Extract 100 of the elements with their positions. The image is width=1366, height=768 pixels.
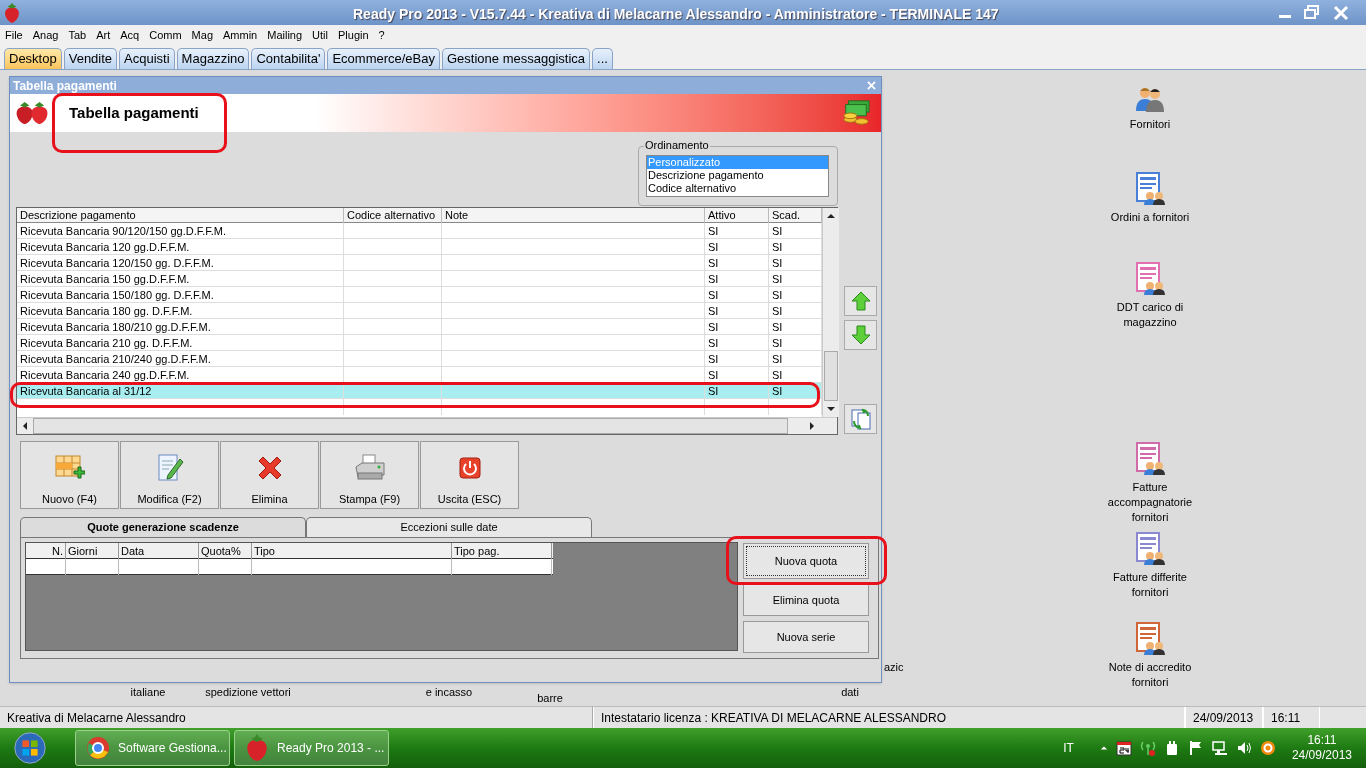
table-cell: Ricevuta Bancaria 120 gg.D.F.F.M.	[17, 239, 344, 255]
menu-item[interactable]: Comm	[149, 27, 182, 44]
table-cell: Ricevuta Bancaria 120/150 gg. D.F.F.M.	[17, 255, 344, 271]
table-cell: SI	[705, 223, 769, 239]
desktop-icon-label[interactable]: DDT carico di magazzino	[1102, 300, 1198, 330]
scroll-thumb[interactable]	[824, 351, 838, 401]
tab[interactable]: Contabilita'	[251, 48, 326, 69]
table-cell: SI	[705, 271, 769, 287]
tab[interactable]: Vendite	[63, 48, 118, 69]
desktop-icon-label[interactable]: dati	[820, 684, 880, 701]
table-cell: Ricevuta Bancaria 210 gg. D.F.F.M.	[17, 335, 344, 351]
tab[interactable]: Quote generazione scadenze	[20, 517, 306, 537]
desktop-icon-label[interactable]: e incasso	[414, 684, 484, 701]
table-cell: Ricevuta Bancaria 180/210 gg.D.F.F.M.	[17, 319, 344, 335]
chevron-up-icon[interactable]	[1099, 744, 1108, 752]
vertical-scrollbar[interactable]	[822, 208, 839, 417]
ordering-list[interactable]: Personalizzato Descrizione pagamento Codice alternativo	[646, 155, 829, 197]
desktop-icon-label[interactable]: Note di accredito fornitori	[1102, 660, 1198, 690]
menu-item[interactable]: Util	[312, 27, 328, 44]
network-icon[interactable]	[1139, 740, 1156, 756]
start-button[interactable]	[11, 729, 49, 767]
tab[interactable]: Magazzino	[176, 48, 250, 69]
toolbar-button[interactable]: Stampa (F9)	[320, 441, 419, 509]
desktop-icon-label[interactable]: Ordini a fornitori	[1102, 210, 1198, 225]
monitor-icon[interactable]	[1211, 740, 1228, 756]
volume-icon[interactable]	[1235, 740, 1252, 756]
menu-item[interactable]: Art	[96, 27, 111, 44]
quote-button[interactable]: Elimina quota	[743, 584, 869, 616]
tab[interactable]: Desktop	[4, 48, 62, 69]
desktop-icon-label[interactable]: azic	[884, 659, 914, 676]
column-header[interactable]: Attivo	[705, 208, 769, 223]
desktop-icon-label[interactable]: spedizione vettori	[188, 684, 308, 701]
table-cell: Ricevuta Bancaria 180 gg. D.F.F.M.	[17, 303, 344, 319]
ring-icon[interactable]	[1259, 740, 1276, 756]
quote-button[interactable]: Nuova quota	[743, 543, 869, 579]
toolbar-button[interactable]: Elimina	[220, 441, 319, 509]
quote-button[interactable]: Nuova serie	[743, 621, 869, 653]
move-down-button[interactable]	[844, 320, 877, 350]
arrow-down-icon	[849, 324, 872, 346]
menu-item[interactable]: Acq	[120, 27, 140, 44]
menu-item[interactable]: Tab	[68, 27, 87, 44]
table-cell: Ricevuta Bancaria 150/180 gg. D.F.F.M.	[17, 287, 344, 303]
menu-item[interactable]: Plugin	[338, 27, 369, 44]
clock-time[interactable]: 16:11	[1307, 733, 1337, 748]
column-header[interactable]: Note	[442, 208, 705, 223]
toolbar-button[interactable]: Modifica (F2)	[120, 441, 219, 509]
empty-row[interactable]	[26, 559, 553, 575]
taskbar-button[interactable]: Software Gestiona...	[75, 730, 230, 766]
tab[interactable]: Eccezioni sulle date	[306, 517, 592, 537]
tab[interactable]: Acquisti	[119, 48, 175, 69]
people-icon[interactable]	[1134, 85, 1166, 113]
table-cell: SI	[705, 335, 769, 351]
table-cell: Ricevuta Bancaria 240 gg.D.F.F.M.	[17, 367, 344, 383]
browser-icon	[86, 736, 110, 760]
desktop-icon-label[interactable]: italiane	[118, 684, 178, 701]
arrow-up-icon	[849, 290, 872, 312]
table-cell: Ricevuta Bancaria 210/240 gg.D.F.F.M.	[17, 351, 344, 367]
menu-item[interactable]: Ammin	[223, 27, 258, 44]
money-icon	[841, 99, 871, 127]
taskbar-button[interactable]: Ready Pro 2013 - ...	[234, 730, 389, 766]
clock-date[interactable]: 24/09/2013	[1291, 748, 1352, 763]
column-header[interactable]: Codice alternativo	[344, 208, 442, 223]
strawberry-icon	[3, 2, 21, 23]
desktop-icon-label[interactable]: barre	[520, 690, 580, 706]
desktop-icon-label[interactable]: Fatture accompagnatorie fornitori	[1102, 480, 1198, 525]
table-cell: SI	[705, 351, 769, 367]
refresh-button[interactable]	[844, 404, 877, 434]
document-people-icon[interactable]	[1133, 262, 1167, 296]
flag-icon[interactable]	[1187, 740, 1204, 756]
menu-item[interactable]: Mag	[191, 27, 213, 44]
language-indicator[interactable]: IT	[1063, 739, 1074, 757]
list-item[interactable]: Descrizione pagamento	[647, 169, 828, 182]
document-people-icon[interactable]	[1133, 532, 1167, 566]
list-item[interactable]: Codice alternativo	[647, 182, 828, 195]
move-up-button[interactable]	[844, 286, 877, 316]
toolbar-button[interactable]: Nuovo (F4)	[20, 441, 119, 509]
menu-item[interactable]: File	[5, 27, 23, 44]
table-cell: SI	[705, 319, 769, 335]
window-title: Ready Pro 2013 - V15.7.44 - Kreativa di Melacarne Alessandro - Amministratore - TERMINALE 147	[353, 5, 999, 24]
table-cell: SI	[705, 255, 769, 271]
menu-item[interactable]: ?	[378, 27, 385, 44]
status-text: 24/09/2013	[1193, 710, 1254, 727]
menu-item[interactable]: Anag	[32, 27, 59, 44]
table-cell: SI	[705, 303, 769, 319]
status-text: 16:11	[1271, 710, 1301, 727]
refresh-icon	[849, 407, 872, 431]
toolbar-button[interactable]: Uscita (ESC)	[420, 441, 519, 509]
tab[interactable]: ...	[592, 48, 613, 69]
document-people-icon[interactable]	[1133, 622, 1167, 656]
header-title: Tabella pagamenti	[69, 102, 199, 123]
document-people-icon[interactable]	[1133, 442, 1167, 476]
desktop-icon-label[interactable]: Fornitori	[1102, 117, 1198, 132]
document-people-icon[interactable]	[1133, 172, 1167, 206]
menu-item[interactable]: Mailing	[267, 27, 303, 44]
tab[interactable]: Gestione messaggistica	[442, 48, 590, 69]
tab[interactable]: Ecommerce/eBay	[327, 48, 440, 69]
column-header[interactable]: Descrizione pagamento	[17, 208, 344, 223]
desktop-icon-label[interactable]: Fatture differite fornitori	[1102, 570, 1198, 600]
calendar-icon[interactable]	[1115, 740, 1132, 756]
printer-icon	[353, 453, 386, 483]
